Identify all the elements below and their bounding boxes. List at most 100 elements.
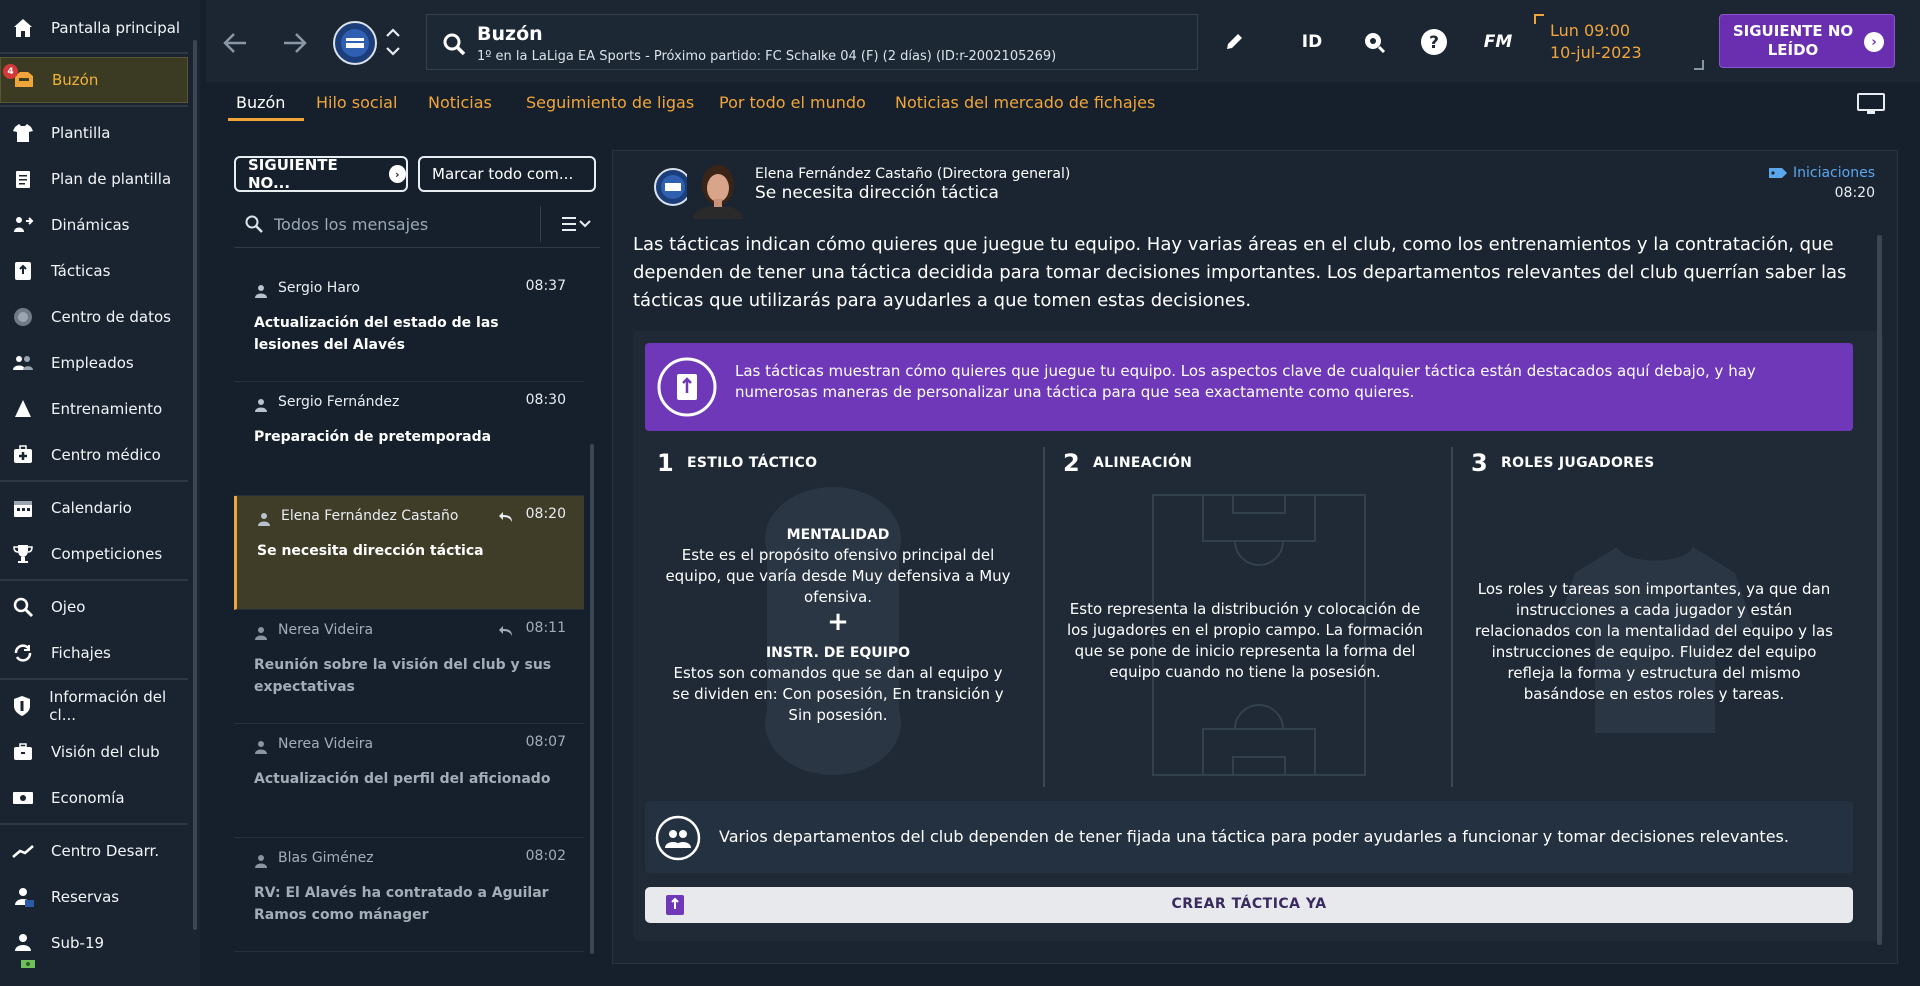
id-button[interactable]: ID bbox=[1298, 28, 1326, 56]
lineup-column: 2 ALINEACIÓN Esto representa la distribu… bbox=[1051, 447, 1437, 787]
sidebar-divider bbox=[0, 823, 188, 825]
sidebar-item-competitions[interactable]: Competiciones bbox=[0, 531, 188, 577]
message-sender: Nerea Videira bbox=[278, 622, 374, 638]
tab-transfer-news[interactable]: Noticias del mercado de fichajes bbox=[895, 93, 1155, 112]
clock-corner-decoration bbox=[1694, 60, 1704, 70]
sidebar-item-reserves[interactable]: Reservas bbox=[0, 874, 188, 920]
next-unread-pill-button[interactable]: SIGUIENTE NO... › bbox=[234, 156, 408, 192]
tab-league-tracking[interactable]: Seguimiento de ligas bbox=[526, 93, 694, 112]
chevron-updown-icon[interactable] bbox=[384, 24, 402, 60]
sidebar-item-data-hub[interactable]: Centro de datos bbox=[0, 294, 188, 340]
message-scrollbar[interactable] bbox=[1877, 235, 1882, 945]
chevron-right-icon: › bbox=[1864, 32, 1884, 52]
sidebar-divider bbox=[0, 678, 188, 680]
person-icon bbox=[255, 741, 267, 754]
unread-badge: 4 bbox=[3, 64, 18, 79]
message-list-item[interactable]: Nerea Videira 08:07 Actualización del pe… bbox=[234, 724, 584, 838]
sidebar-item-label: Dinámicas bbox=[51, 216, 130, 234]
fm-menu-button[interactable]: FM bbox=[1478, 28, 1518, 56]
sidebar-item-squad-plan[interactable]: Plan de plantilla bbox=[0, 156, 188, 202]
staff-icon bbox=[10, 350, 36, 376]
briefcase-icon bbox=[10, 739, 36, 765]
message-subject: Se necesita dirección táctica bbox=[257, 543, 484, 559]
inbox-scrollbar[interactable] bbox=[590, 444, 594, 954]
tab-social-feed[interactable]: Hilo social bbox=[316, 93, 397, 112]
back-arrow-icon[interactable] bbox=[220, 28, 252, 58]
message-list-item[interactable]: Nerea Videira 08:11 Reunión sobre la vis… bbox=[234, 610, 584, 724]
tab-inbox[interactable]: Buzón bbox=[236, 93, 285, 112]
sidebar-item-label: Plan de plantilla bbox=[51, 170, 172, 188]
sidebar-item-label: Centro Desarr. bbox=[51, 842, 160, 860]
sidebar-item-home[interactable]: Pantalla principal bbox=[0, 6, 188, 50]
help-icon[interactable]: ? bbox=[1420, 28, 1448, 56]
cash-icon bbox=[21, 960, 35, 968]
sidebar-item-dynamics[interactable]: Dinámicas bbox=[0, 202, 188, 248]
sidebar-divider bbox=[0, 480, 188, 482]
message-category-tag[interactable]: Iniciaciones bbox=[1768, 165, 1875, 181]
sidebar-item-training[interactable]: Entrenamiento bbox=[0, 386, 188, 432]
sidebar-divider bbox=[0, 579, 188, 581]
sidebar-item-label: Centro de datos bbox=[51, 308, 171, 326]
sidebar-nav: Pantalla principal 4 Buzón Plantilla Pla… bbox=[0, 0, 188, 966]
game-clock[interactable]: Lun 09:00 10-jul-2023 bbox=[1534, 12, 1704, 70]
sidebar-item-staff[interactable]: Empleados bbox=[0, 340, 188, 386]
training-icon bbox=[10, 396, 36, 422]
scout-icon bbox=[10, 594, 36, 620]
medical-icon bbox=[10, 442, 36, 468]
message-sender: Blas Giménez bbox=[278, 850, 374, 866]
messages-search-input[interactable] bbox=[274, 210, 514, 238]
ball-search-icon[interactable] bbox=[1360, 28, 1388, 56]
create-tactic-button[interactable]: CREAR TÁCTICA YA bbox=[645, 887, 1853, 923]
page-header-search[interactable]: Buzón 1º en la LaLiga EA Sports - Próxim… bbox=[426, 14, 1198, 70]
home-icon bbox=[10, 15, 36, 41]
mark-all-read-button[interactable]: Marcar todo com... bbox=[418, 156, 596, 192]
sidebar-item-label: Visión del club bbox=[51, 743, 160, 761]
message-list-item[interactable]: Sergio Haro 08:37 Actualización del esta… bbox=[234, 268, 584, 382]
sidebar-item-label: Calendario bbox=[51, 499, 132, 517]
monitor-icon[interactable] bbox=[1856, 92, 1886, 116]
column-number: 1 bbox=[657, 449, 674, 477]
sidebar-item-tactics[interactable]: Tácticas bbox=[0, 248, 188, 294]
column-heading: ESTILO TÁCTICO bbox=[687, 455, 818, 471]
edit-pencil-icon[interactable] bbox=[1220, 28, 1248, 56]
next-unread-button[interactable]: SIGUIENTE NO LEÍDO › bbox=[1719, 14, 1895, 68]
clock-date: 10-jul-2023 bbox=[1550, 43, 1642, 62]
sidebar-item-label: Información del cl... bbox=[49, 688, 167, 724]
sidebar-item-label: Centro médico bbox=[51, 446, 161, 464]
tab-around-the-world[interactable]: Por todo el mundo bbox=[719, 93, 866, 112]
sidebar-item-medical[interactable]: Centro médico bbox=[0, 432, 188, 478]
message-intro-text: Las tácticas indican cómo quieres que ju… bbox=[633, 234, 1847, 311]
column-heading: ALINEACIÓN bbox=[1093, 455, 1193, 471]
lineup-text: Esto representa la distribución y coloca… bbox=[1066, 600, 1424, 681]
plus-sign: + bbox=[827, 607, 849, 637]
sidebar-item-calendar[interactable]: Calendario bbox=[0, 485, 188, 531]
sidebar-scrollbar[interactable] bbox=[193, 40, 197, 930]
person-icon bbox=[258, 513, 270, 526]
sidebar-item-finances[interactable]: Economía bbox=[0, 775, 188, 821]
sidebar-item-club-info[interactable]: Información del cl... bbox=[0, 683, 188, 729]
tab-news[interactable]: Noticias bbox=[428, 93, 492, 112]
sidebar-item-scouting[interactable]: Ojeo bbox=[0, 584, 188, 630]
filter-menu-icon[interactable] bbox=[560, 214, 592, 234]
sidebar-item-squad[interactable]: Plantilla bbox=[0, 110, 188, 156]
data-icon bbox=[10, 304, 36, 330]
message-list-item[interactable]: Blas Giménez 08:02 RV: El Alavés ha cont… bbox=[234, 838, 584, 952]
sidebar-item-inbox[interactable]: 4 Buzón bbox=[0, 57, 188, 103]
sidebar-item-dev-centre[interactable]: Centro Desarr. bbox=[0, 828, 188, 874]
sidebar-item-label: Reservas bbox=[51, 888, 120, 906]
sidebar-item-transfers[interactable]: Fichajes bbox=[0, 630, 188, 676]
club-badge-icon[interactable] bbox=[332, 20, 378, 66]
message-time: 08:20 bbox=[525, 506, 566, 522]
forward-arrow-icon[interactable] bbox=[278, 28, 310, 58]
column-number: 3 bbox=[1471, 449, 1488, 477]
search-icon bbox=[245, 215, 263, 233]
sidebar-item-club-vision[interactable]: Visión del club bbox=[0, 729, 188, 775]
sidebar-item-label: Entrenamiento bbox=[51, 400, 163, 418]
sidebar-item-label: Plantilla bbox=[51, 124, 111, 142]
message-list-item-selected[interactable]: Elena Fernández Castaño 08:20 Se necesit… bbox=[234, 496, 584, 610]
message-list-item[interactable]: Sergio Fernández 08:30 Preparación de pr… bbox=[234, 382, 584, 496]
messages-search-bar bbox=[234, 200, 600, 248]
clipboard-icon bbox=[10, 166, 36, 192]
sidebar-item-label: Competiciones bbox=[51, 545, 163, 563]
reply-icon bbox=[499, 512, 512, 522]
